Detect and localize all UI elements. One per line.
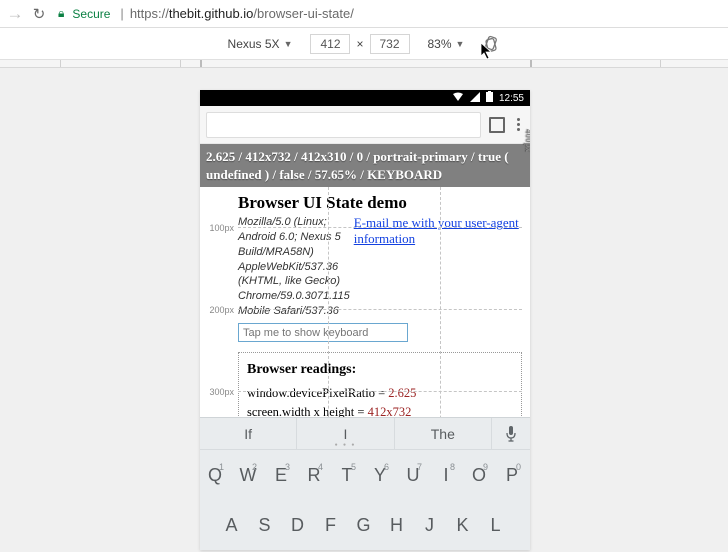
key-a[interactable]: A [217, 515, 250, 536]
keyboard-trigger-input[interactable] [238, 323, 408, 342]
status-bar: 12:55 [200, 90, 530, 106]
device-toolbar: Nexus 5X ▼ 412 × 732 83% ▼ [0, 28, 728, 60]
user-agent: Mozilla/5.0 (Linux; Android 6.0; Nexus 5… [238, 215, 350, 319]
key-h[interactable]: H [382, 515, 415, 536]
device-select[interactable]: Nexus 5X ▼ [228, 37, 293, 51]
suggestion[interactable]: The [395, 418, 492, 449]
forward-arrow-icon[interactable]: → [6, 4, 24, 24]
key-q[interactable]: Q1 [200, 465, 233, 486]
key-k[interactable]: K [448, 515, 481, 536]
suggestion-row: If I● ● ● The [200, 418, 530, 450]
ruler-300-label: 300px [200, 387, 234, 397]
key-s[interactable]: S [250, 515, 283, 536]
reload-icon[interactable]: ↻ [30, 5, 48, 23]
summary-bar: 2.625 / 412x732 / 412x310 / 0 / portrait… [200, 144, 530, 187]
key-y[interactable]: Y6 [365, 465, 398, 486]
reading-row: window.devicePixelRatio = 2.625 [247, 384, 513, 403]
key-g[interactable]: G [349, 515, 382, 536]
key-r[interactable]: R4 [299, 465, 332, 486]
ruler-400-label: 400px [523, 129, 530, 152]
status-time: 12:55 [499, 93, 524, 104]
key-e[interactable]: E3 [266, 465, 299, 486]
ruler-100-label: 100px [200, 223, 234, 233]
signal-icon [470, 92, 480, 105]
zoom-select[interactable]: 83% ▼ [428, 37, 465, 51]
secure-label: Secure [72, 7, 110, 21]
omnibox[interactable] [206, 112, 481, 138]
key-u[interactable]: U7 [398, 465, 431, 486]
mic-icon[interactable] [492, 418, 530, 449]
key-j[interactable]: J [415, 515, 448, 536]
keyboard-row-2: ASDFGHJKL [200, 500, 530, 550]
workspace: 12:55 2.625 / 412x732 / 412x310 / 0 / po… [0, 68, 728, 552]
readings-title: Browser readings: [247, 359, 513, 380]
keyboard-row-1: Q1W2E3R4T5Y6U7I8O9P0 [200, 450, 530, 500]
wifi-icon [452, 92, 464, 105]
page-title: Browser UI State demo [238, 193, 522, 213]
ruler-200-label: 200px [200, 305, 234, 315]
suggestion[interactable]: If [200, 418, 297, 449]
email-link[interactable]: E-mail me with your user-agent informati… [354, 215, 522, 247]
ruler [0, 60, 728, 68]
suggestion[interactable]: I● ● ● [297, 418, 394, 449]
device-frame: 12:55 2.625 / 412x732 / 412x310 / 0 / po… [200, 90, 530, 550]
tabs-icon[interactable] [489, 117, 505, 133]
key-f[interactable]: F [316, 515, 349, 536]
battery-icon [486, 91, 493, 105]
height-field[interactable]: 732 [370, 34, 410, 54]
key-i[interactable]: I8 [431, 465, 464, 486]
key-p[interactable]: P0 [497, 465, 530, 486]
rotate-icon[interactable] [482, 35, 500, 53]
browser-address-row: → ↻ 🔒︎ Secure | https://thebit.github.io… [0, 0, 728, 28]
dimensions: 412 × 732 [310, 34, 409, 54]
width-field[interactable]: 412 [310, 34, 350, 54]
key-t[interactable]: T5 [332, 465, 365, 486]
chevron-down-icon: ▼ [284, 39, 293, 49]
soft-keyboard: If I● ● ● The Q1W2E3R4T5Y6U7I8O9P0 ASDFG… [200, 418, 530, 550]
mobile-chrome-bar [200, 106, 530, 144]
lock-icon: 🔒︎ [58, 6, 64, 21]
key-d[interactable]: D [283, 515, 316, 536]
key-l[interactable]: L [481, 515, 514, 536]
chevron-down-icon: ▼ [456, 39, 465, 49]
key-w[interactable]: W2 [233, 465, 266, 486]
url[interactable]: https://thebit.github.io/browser-ui-stat… [130, 6, 354, 21]
key-o[interactable]: O9 [464, 465, 497, 486]
